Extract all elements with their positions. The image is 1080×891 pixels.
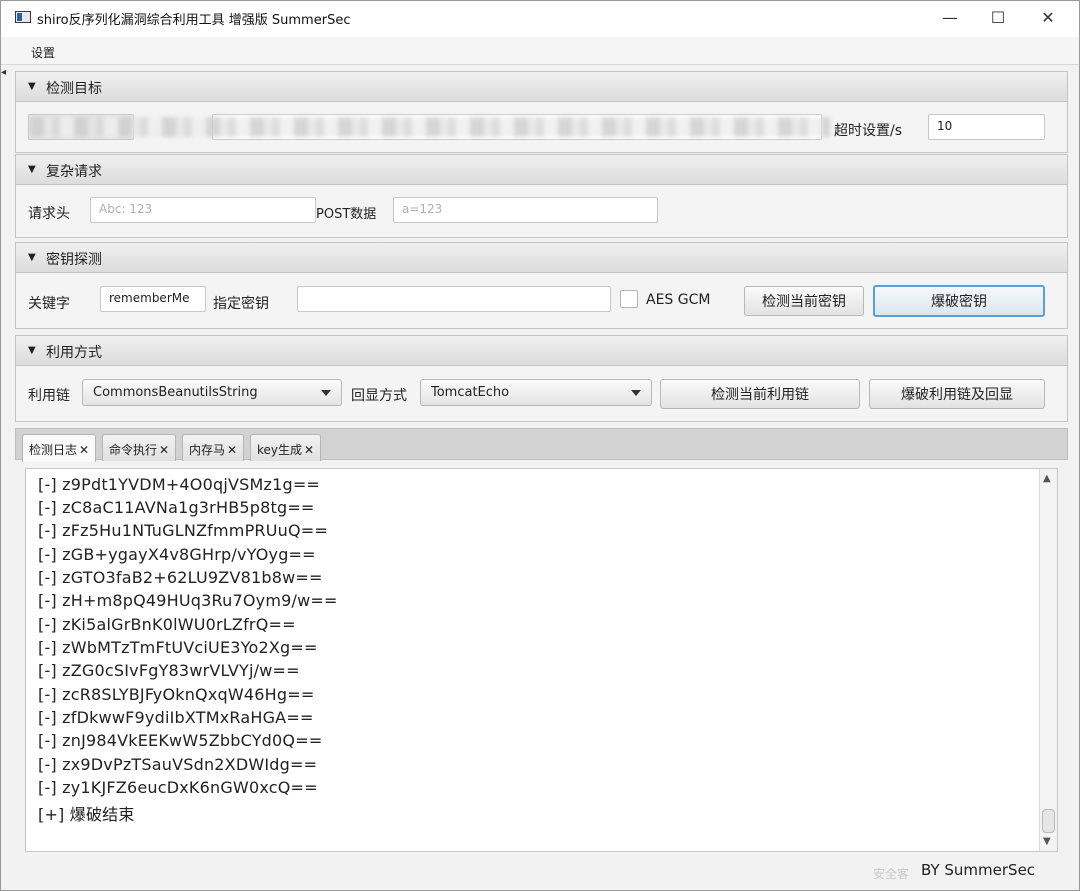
log-line: [-] zfDkwwF9ydiIbXTMxRaHGA== [38, 708, 314, 727]
header-label: 请求头 [28, 206, 70, 222]
log-line: [-] zKi5alGrBnK0lWU0rLZfrQ== [38, 615, 296, 634]
header-input[interactable]: Abc: 123 [90, 197, 316, 223]
chain-select[interactable]: CommonsBeanutilsString [82, 379, 342, 406]
timeout-input[interactable]: 10 [928, 114, 1045, 140]
aes-gcm-label: AES GCM [646, 292, 711, 308]
collapse-arrow-icon: ▼ [28, 345, 36, 356]
scroll-up-icon[interactable]: ▲ [1043, 473, 1051, 484]
check-chain-button[interactable]: 检测当前利用链 [660, 379, 860, 409]
log-line: [-] zC8aC11AVNa1g3rHB5p8tg== [38, 498, 315, 517]
app-window: shiro反序列化漏洞综合利用工具 增强版 SummerSec — ☐ ✕ 设置… [0, 0, 1080, 891]
log-line: [-] zZG0cSIvFgY83wrVLVYj/w== [38, 661, 300, 680]
panel-target-body: 超时设置/s 10 [15, 102, 1068, 153]
log-line: [-] zFz5Hu1NTuGLNZfmmPRUuQ== [38, 521, 328, 540]
log-scrollbar[interactable]: ▲ ▼ [1039, 469, 1057, 851]
collapse-arrow-icon: ▼ [28, 252, 36, 263]
log-line: [-] zx9DvPzTSauVSdn2XDWIdg== [38, 755, 318, 774]
brute-key-button[interactable]: 爆破密钥 [873, 285, 1045, 317]
window-title: shiro反序列化漏洞综合利用工具 增强版 SummerSec [37, 13, 351, 28]
panel-key-title: 密钥探测 [46, 252, 102, 268]
timeout-label: 超时设置/s [834, 123, 903, 139]
log-line: [-] zH+m8pQ49HUq3Ru7Oym9/w== [38, 591, 338, 610]
chain-label: 利用链 [28, 388, 70, 404]
panel-exploit-header[interactable]: ▼ 利用方式 [15, 335, 1068, 366]
panel-target-title: 检测目标 [46, 81, 102, 97]
aes-gcm-checkbox[interactable] [620, 290, 638, 308]
panel-complex-title: 复杂请求 [46, 164, 102, 180]
tab-command-exec[interactable]: 命令执行 ✕ [102, 434, 177, 461]
tab-label: 内存马 [189, 443, 226, 457]
tab-label: key生成 [257, 443, 303, 457]
tab-key-gen[interactable]: key生成 ✕ [250, 434, 322, 461]
close-icon[interactable]: ✕ [227, 443, 237, 457]
redacted-url-overlay [30, 117, 830, 137]
tab-label: 检测日志 [29, 443, 78, 457]
check-key-button[interactable]: 检测当前密钥 [744, 286, 864, 316]
panel-target-header[interactable]: ▼ 检测目标 [15, 71, 1068, 102]
scroll-thumb[interactable] [1042, 809, 1055, 833]
post-label: POST数据 [316, 207, 377, 222]
close-button[interactable]: ✕ [1023, 1, 1073, 33]
resize-handle-icon: ◂ [1, 67, 7, 78]
collapse-arrow-icon: ▼ [28, 81, 36, 92]
watermark: 安全客 [873, 867, 910, 881]
panel-exploit-body: 利用链 CommonsBeanutilsString 回显方式 TomcatEc… [15, 366, 1068, 422]
keyword-input[interactable]: rememberMe [100, 286, 206, 312]
panel-key-header[interactable]: ▼ 密钥探测 [15, 242, 1068, 273]
echo-select-value: TomcatEcho [431, 385, 510, 400]
echo-select[interactable]: TomcatEcho [420, 379, 652, 406]
chevron-down-icon [631, 390, 641, 396]
echo-label: 回显方式 [351, 388, 407, 404]
close-icon[interactable]: ✕ [159, 443, 169, 457]
panel-exploit-title: 利用方式 [46, 345, 102, 361]
log-output[interactable]: [-] z9Pdt1YVDM+4O0qjVSMz1g== [-] zC8aC11… [25, 468, 1058, 852]
log-line: [-] zy1KJFZ6eucDxK6nGW0xcQ== [38, 778, 318, 797]
chain-select-value: CommonsBeanutilsString [93, 385, 258, 400]
close-icon[interactable]: ✕ [304, 443, 314, 457]
footer-credit: BY SummerSec [921, 861, 1036, 879]
brute-chain-button[interactable]: 爆破利用链及回显 [869, 379, 1045, 409]
menu-settings[interactable]: 设置 [31, 44, 55, 61]
tab-strip: 检测日志 ✕ 命令执行 ✕ 内存马 ✕ key生成 ✕ [15, 428, 1068, 462]
close-icon[interactable]: ✕ [79, 443, 89, 457]
panel-complex-body: 请求头 Abc: 123 POST数据 a=123 [15, 185, 1068, 238]
log-line: [-] z9Pdt1YVDM+4O0qjVSMz1g== [38, 475, 321, 494]
tab-label: 命令执行 [109, 443, 158, 457]
log-line: [-] zcR8SLYBJFyOknQxqW46Hg== [38, 685, 315, 704]
key-label: 指定密钥 [213, 296, 269, 312]
panel-key-body: 关键字 rememberMe 指定密钥 AES GCM 检测当前密钥 爆破密钥 [15, 273, 1068, 329]
log-line: [+] 爆破结束 [38, 805, 135, 824]
menu-bar: 设置 [1, 37, 1079, 65]
panel-complex-header[interactable]: ▼ 复杂请求 [15, 154, 1068, 185]
log-line: [-] znJ984VkEEKwW5ZbbCYd0Q== [38, 731, 323, 750]
post-data-input[interactable]: a=123 [393, 197, 658, 223]
minimize-button[interactable]: — [925, 1, 975, 33]
title-bar[interactable]: shiro反序列化漏洞综合利用工具 增强版 SummerSec — ☐ ✕ [1, 1, 1079, 37]
scroll-down-icon[interactable]: ▼ [1043, 836, 1051, 847]
tab-detect-log[interactable]: 检测日志 ✕ [22, 434, 97, 462]
chevron-down-icon [321, 390, 331, 396]
key-input[interactable] [297, 286, 611, 312]
log-line: [-] zGB+ygayX4v8GHrp/vYOyg== [38, 545, 316, 564]
log-line: [-] zWbMTzTmFtUVciUE3Yo2Xg== [38, 638, 318, 657]
keyword-label: 关键字 [28, 296, 70, 312]
maximize-button[interactable]: ☐ [973, 1, 1023, 33]
app-icon [15, 11, 31, 23]
collapse-arrow-icon: ▼ [28, 164, 36, 175]
tab-memshell[interactable]: 内存马 ✕ [182, 434, 245, 461]
log-line: [-] zGTO3faB2+62LU9ZV81b8w== [38, 568, 323, 587]
